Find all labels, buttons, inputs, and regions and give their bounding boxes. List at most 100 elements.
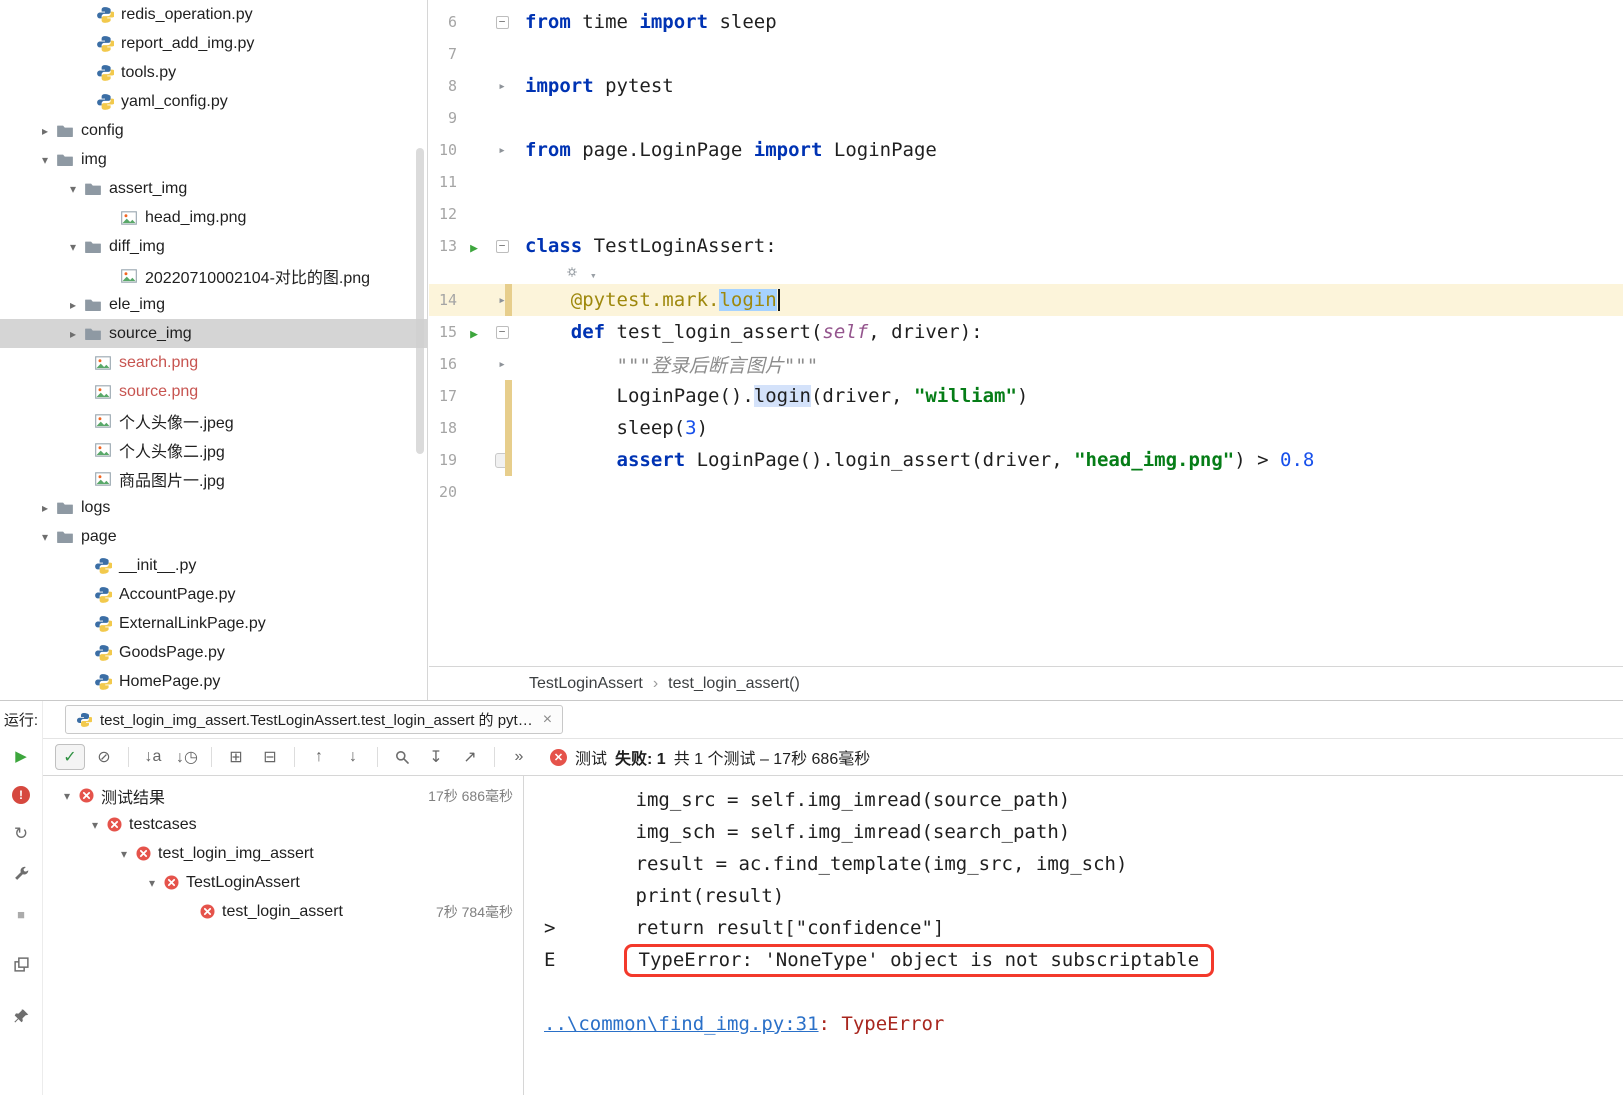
chevron-right-icon[interactable]: ▸ [62,327,84,341]
fold-icon[interactable]: − [495,15,509,29]
editor-line[interactable]: 15 ▶ − def test_login_assert(self, driver)… [429,316,1623,348]
stacktrace-link[interactable]: ..\common\find_img.py:31 [544,1013,819,1035]
project-tree-item[interactable]: ▾ diff_img [0,232,427,261]
expand-all-button[interactable]: ⊞ [221,744,251,770]
pin-tab-button[interactable] [11,1006,31,1026]
project-tree-item[interactable]: AccountPage.py [0,580,427,609]
project-tree-item[interactable]: 个人头像一.jpeg [0,406,427,435]
chevron-down-icon[interactable]: ▾ [62,240,84,254]
chevron-down-icon[interactable]: ▾ [34,530,56,544]
next-failed-test-button[interactable]: ↓ [338,744,368,770]
editor-line[interactable]: 18 sleep(3) [429,412,1623,444]
show-passed-toggle[interactable]: ✓ [55,744,85,770]
run-configuration-tab[interactable]: test_login_img_assert.TestLoginAssert.te… [65,705,564,734]
project-tree-item[interactable]: yaml_config.py [0,87,427,116]
fold-icon[interactable]: − [495,239,509,253]
python-run-icon [76,712,92,728]
run-test-icon[interactable]: ▶ [470,327,478,342]
magnifier-button[interactable] [387,744,417,770]
project-tree-item[interactable]: 个人头像二.jpg [0,435,427,464]
tree-item-label: 20220710002104-对比的图.png [145,269,371,287]
rerun-tests-button[interactable]: ▶ [11,746,31,766]
project-tree-item[interactable]: __init__.py [0,551,427,580]
project-tree-item[interactable]: redis_operation.py [0,0,427,29]
editor-line[interactable]: 11 [429,166,1623,198]
project-tree-item[interactable]: 20220710002104-对比的图.png [0,261,427,290]
stop-button[interactable]: ■ [11,904,31,924]
image-file-icon [94,470,112,488]
editor-line[interactable]: 6− from time import sleep [429,6,1623,38]
code-segment: TestLoginAssert: [582,235,777,257]
project-tree-item[interactable]: ExternalLinkPage.py [0,609,427,638]
test-tree-item[interactable]: ▾ 测试结果 17秒 686毫秒 [43,781,523,810]
project-tree-item[interactable]: GoodsPage.py [0,638,427,667]
fold-arrow-icon[interactable]: ▸ [498,79,506,94]
editor-line[interactable]: 17 LoginPage().login(driver, "william") [429,380,1623,412]
sort-alphabetically-button[interactable]: ↓a [138,744,168,770]
project-tree-item[interactable]: ▸ source_img [0,319,427,348]
project-tree-item[interactable]: head_img.png [0,203,427,232]
more-actions-button[interactable]: » [504,744,534,770]
breadcrumb-item[interactable]: test_login_assert() [668,675,800,693]
project-tree-item[interactable]: search.png [0,348,427,377]
project-tree-item[interactable]: ▸ ele_img [0,290,427,319]
project-tree-item[interactable]: source.png [0,377,427,406]
project-tree-item[interactable]: ▸ config [0,116,427,145]
breadcrumb-item[interactable]: TestLoginAssert [529,675,643,693]
project-tree-item[interactable]: HomePage.py [0,667,427,696]
code-segment: 0.8 [1280,449,1315,471]
test-tree-item[interactable]: ▾ test_login_img_assert [43,839,523,868]
import-test-results-button[interactable]: ↧ [421,744,451,770]
toggle-auto-test-button[interactable]: ↻ [11,824,31,844]
test-tree-item[interactable]: test_login_assert 7秒 784毫秒 [43,897,523,926]
chevron-down-icon[interactable]: ▾ [34,153,56,167]
restore-layout-button[interactable] [11,954,31,974]
editor-line[interactable]: 9 [429,102,1623,134]
chevron-down-icon[interactable]: ▾ [141,876,163,890]
fold-arrow-icon[interactable]: ▸ [498,143,506,158]
code-text: assert LoginPage().login_assert(driver, … [517,449,1315,471]
test-tree-item[interactable]: ▾ TestLoginAssert [43,868,523,897]
console-text: print(result) [544,885,785,907]
fold-icon[interactable]: − [495,325,509,339]
project-tree-item[interactable]: 商品图片一.jpg [0,464,427,493]
export-test-results-button[interactable]: ↗ [455,744,485,770]
settings-wrench-button[interactable] [11,864,31,884]
toolbar-separator [294,747,295,767]
editor-line[interactable]: 12 [429,198,1623,230]
project-tree-scrollbar[interactable] [416,148,424,454]
editor-line[interactable]: 20 [429,476,1623,508]
editor-line[interactable]: 14 ▸ @pytest.mark.login [429,284,1623,316]
project-tree-item[interactable]: ▾ page [0,522,427,551]
editor-line[interactable]: 19 assert LoginPage().login_assert(drive… [429,444,1623,476]
chevron-right-icon[interactable]: ▸ [34,124,56,138]
editor-panel[interactable]: 6− from time import sleep 7 8 ▸ import pytest… [429,0,1623,666]
console-text: : TypeError [818,1013,945,1035]
editor-line[interactable]: 13 ▶ − class TestLoginAssert: [429,230,1623,262]
project-tree-item[interactable]: report_add_img.py [0,29,427,58]
editor-line[interactable]: 10 ▸ from page.LoginPage import LoginPage [429,134,1623,166]
chevron-down-icon[interactable]: ▾ [56,789,78,803]
console-line: ..\common\find_img.py:31: TypeError [544,1008,1623,1040]
chevron-down-icon[interactable]: ▾ [113,847,135,861]
chevron-down-icon[interactable]: ▾ [84,818,106,832]
project-tree-item[interactable]: ▾ img [0,145,427,174]
test-tree-item[interactable]: ▾ testcases [43,810,523,839]
project-tree-item[interactable]: ▾ assert_img [0,174,427,203]
chevron-down-icon[interactable]: ▾ [62,182,84,196]
editor-line[interactable]: 7 [429,38,1623,70]
project-tree-item[interactable]: ▸ logs [0,493,427,522]
editor-line[interactable]: 16 ▸ """登录后断言图片""" [429,348,1623,380]
fold-arrow-icon[interactable]: ▸ [498,357,506,372]
show-ignored-toggle[interactable]: ⊘ [89,744,119,770]
chevron-right-icon[interactable]: ▸ [34,501,56,515]
rerun-failed-tests-button[interactable]: ! [12,786,30,804]
run-test-icon[interactable]: ▶ [470,241,478,256]
previous-failed-test-button[interactable]: ↑ [304,744,334,770]
chevron-right-icon[interactable]: ▸ [62,298,84,312]
editor-line[interactable]: 8 ▸ import pytest [429,70,1623,102]
sort-by-duration-button[interactable]: ↓◷ [172,744,202,770]
project-tree-item[interactable]: tools.py [0,58,427,87]
close-icon[interactable]: × [543,711,552,729]
collapse-all-button[interactable]: ⊟ [255,744,285,770]
